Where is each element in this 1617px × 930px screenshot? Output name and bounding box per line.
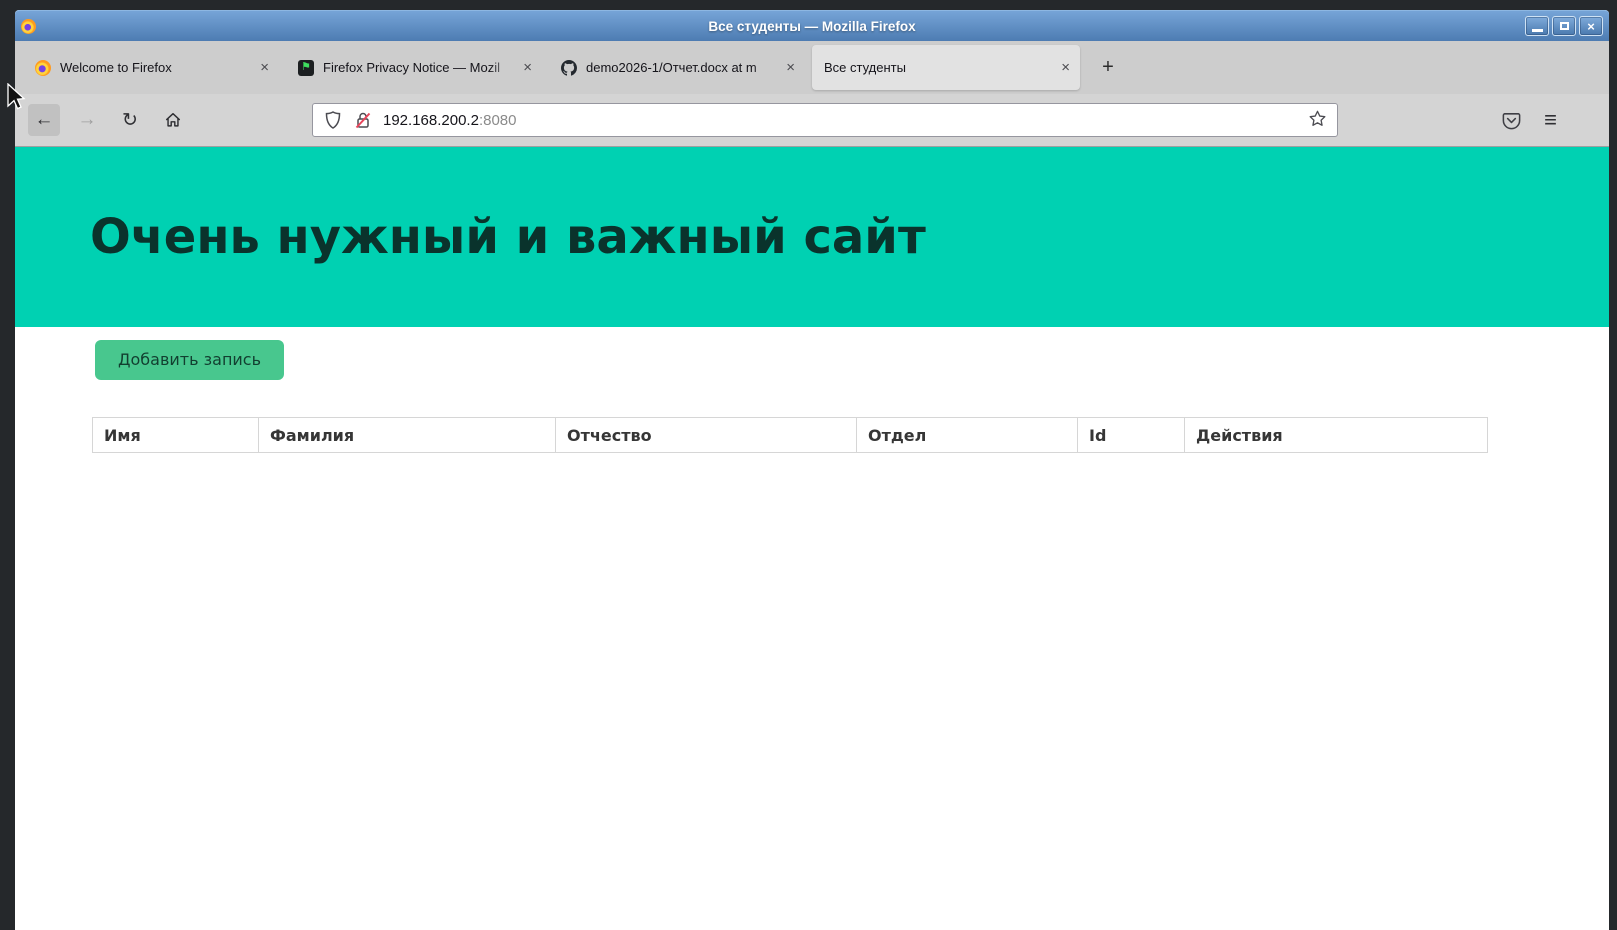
tab-bar: Welcome to Firefox × ⚑ Firefox Privacy N… bbox=[15, 41, 1609, 94]
column-header-patronymic: Отчество bbox=[556, 418, 857, 453]
tab-label: Все студенты bbox=[824, 60, 1055, 75]
home-icon bbox=[164, 111, 182, 129]
table-header-row: Имя Фамилия Отчество Отдел Id Действия bbox=[93, 418, 1488, 453]
students-table: Имя Фамилия Отчество Отдел Id Действия bbox=[92, 417, 1488, 453]
hero-banner: Очень нужный и важный сайт bbox=[15, 147, 1609, 327]
pocket-icon[interactable] bbox=[1501, 110, 1522, 131]
navigation-toolbar: ← → ↻ 192.168.200.2:8080 bbox=[15, 94, 1609, 147]
tab-github-report[interactable]: demo2026-1/Отчет.docx at m × bbox=[549, 45, 805, 90]
maximize-button[interactable] bbox=[1552, 16, 1576, 36]
window-title: Все студенты — Mozilla Firefox bbox=[15, 19, 1609, 34]
url-bar[interactable]: 192.168.200.2:8080 bbox=[312, 103, 1338, 137]
tab-close-icon[interactable]: × bbox=[523, 60, 532, 75]
mouse-cursor-icon bbox=[6, 83, 28, 113]
url-port-text: :8080 bbox=[479, 112, 517, 129]
tab-label: demo2026-1/Отчет.docx at m bbox=[586, 60, 780, 75]
titlebar[interactable]: Все студенты — Mozilla Firefox × bbox=[15, 10, 1609, 41]
close-button[interactable]: × bbox=[1579, 16, 1603, 36]
window-controls: × bbox=[1525, 16, 1603, 36]
tab-label: Welcome to Firefox bbox=[60, 60, 254, 75]
column-header-actions: Действия bbox=[1185, 418, 1488, 453]
page-content: Очень нужный и важный сайт Добавить запи… bbox=[15, 147, 1609, 930]
tab-privacy-notice[interactable]: ⚑ Firefox Privacy Notice — Mozil × bbox=[286, 45, 542, 90]
close-icon: × bbox=[1587, 20, 1595, 33]
tracking-shield-icon[interactable] bbox=[323, 110, 343, 130]
back-button[interactable]: ← bbox=[28, 104, 60, 136]
tab-close-icon[interactable]: × bbox=[786, 60, 795, 75]
new-tab-button[interactable]: + bbox=[1093, 53, 1123, 83]
minimize-button[interactable] bbox=[1525, 16, 1549, 36]
tab-label: Firefox Privacy Notice — Mozil bbox=[323, 60, 517, 75]
github-icon bbox=[561, 60, 577, 76]
tab-close-icon[interactable]: × bbox=[260, 60, 269, 75]
forward-button: → bbox=[71, 104, 103, 136]
add-record-button[interactable]: Добавить запись bbox=[95, 340, 284, 380]
column-header-id: Id bbox=[1078, 418, 1185, 453]
tab-welcome-to-firefox[interactable]: Welcome to Firefox × bbox=[23, 45, 279, 90]
main-section: Добавить запись Имя Фамилия Отчество Отд… bbox=[15, 327, 1609, 453]
maximize-icon bbox=[1560, 22, 1569, 30]
page-title: Очень нужный и важный сайт bbox=[90, 209, 926, 265]
column-header-surname: Фамилия bbox=[259, 418, 556, 453]
toolbar-right-group: ≡ bbox=[1501, 109, 1609, 131]
home-button[interactable] bbox=[157, 104, 189, 136]
firefox-window: Все студенты — Mozilla Firefox × Welcome… bbox=[15, 10, 1609, 930]
url-host-text: 192.168.200.2 bbox=[383, 112, 479, 129]
column-header-name: Имя bbox=[93, 418, 259, 453]
firefox-favicon-icon bbox=[35, 60, 51, 76]
privacy-flag-icon: ⚑ bbox=[298, 60, 314, 76]
column-header-department: Отдел bbox=[857, 418, 1078, 453]
bookmark-star-icon[interactable] bbox=[1308, 109, 1327, 132]
reload-button[interactable]: ↻ bbox=[114, 104, 146, 136]
insecure-lock-icon[interactable] bbox=[353, 110, 373, 130]
menu-hamburger-icon[interactable]: ≡ bbox=[1544, 109, 1557, 131]
minimize-icon bbox=[1532, 29, 1543, 32]
tab-close-icon[interactable]: × bbox=[1061, 60, 1070, 75]
tab-all-students-active[interactable]: Все студенты × bbox=[812, 45, 1080, 90]
